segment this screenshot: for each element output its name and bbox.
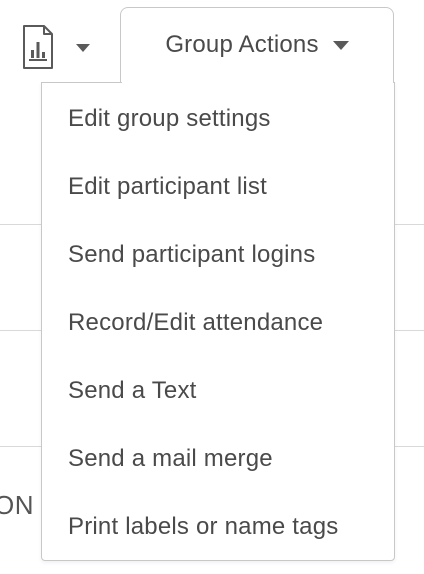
menu-item-record-edit-attendance[interactable]: Record/Edit attendance	[42, 289, 394, 357]
page: ON Group Actions Edit group settings Edi…	[0, 0, 424, 574]
caret-down-icon	[332, 40, 349, 50]
caret-down-icon	[76, 44, 90, 52]
report-document-icon	[18, 24, 58, 72]
group-actions-button[interactable]: Group Actions	[120, 7, 394, 82]
group-actions-label: Group Actions	[165, 31, 319, 58]
menu-item-edit-group-settings[interactable]: Edit group settings	[42, 85, 394, 153]
menu-item-send-a-mail-merge[interactable]: Send a mail merge	[42, 425, 394, 493]
menu-item-send-a-text[interactable]: Send a Text	[42, 357, 394, 425]
menu-item-print-labels-or-name-tags[interactable]: Print labels or name tags	[42, 493, 394, 561]
menu-button-joint	[121, 80, 393, 84]
menu-item-send-participant-logins[interactable]: Send participant logins	[42, 221, 394, 289]
report-dropdown-toggle[interactable]	[18, 22, 100, 74]
background-partial-text: ON	[0, 490, 34, 520]
menu-item-edit-participant-list[interactable]: Edit participant list	[42, 153, 394, 221]
group-actions-menu: Edit group settings Edit participant lis…	[41, 82, 395, 561]
